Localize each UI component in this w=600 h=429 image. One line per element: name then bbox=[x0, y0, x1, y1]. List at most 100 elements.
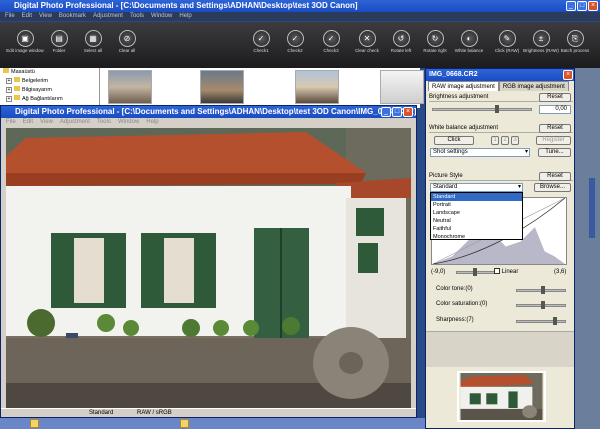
brightness-reset-button[interactable]: Reset bbox=[539, 93, 571, 102]
clear-all-button[interactable]: ⊘ Clear all bbox=[108, 30, 146, 53]
rotate-left-button[interactable]: ↺ Rotate left bbox=[382, 30, 420, 53]
folder-icon[interactable] bbox=[180, 419, 189, 428]
menu-item-view[interactable]: View bbox=[39, 12, 52, 21]
main-menu-bar: File Edit View Bookmark Adjustment Tools Windo… bbox=[0, 12, 600, 21]
tree-item[interactable]: Masaüstü bbox=[0, 68, 99, 77]
wb-slot-2-button[interactable]: 2 bbox=[501, 136, 509, 145]
select-all-button[interactable]: ▦ Select all bbox=[74, 30, 112, 53]
palette-controls: × bbox=[563, 70, 573, 80]
color-saturation-knob[interactable] bbox=[541, 301, 545, 309]
picture-style-option[interactable]: Monochrome bbox=[431, 233, 522, 241]
brightness-slider[interactable] bbox=[432, 105, 532, 113]
thumbnail[interactable] bbox=[108, 70, 152, 104]
expand-icon[interactable]: + bbox=[6, 96, 12, 102]
batch-process-button[interactable]: ⎘ Batch process bbox=[556, 30, 594, 53]
brightness-slider-knob[interactable] bbox=[495, 105, 499, 113]
tree-item[interactable]: + Ağ Bağlantılarım bbox=[0, 95, 99, 104]
edit-image-window-button[interactable]: ▣ Edit image window bbox=[6, 30, 44, 53]
menu-item-adjustment[interactable]: Adjustment bbox=[93, 12, 123, 21]
check2-button[interactable]: ✓ Check2 bbox=[276, 30, 314, 53]
check1-button[interactable]: ✓ Check1 bbox=[242, 30, 280, 53]
picture-style-reset-button[interactable]: Reset bbox=[539, 172, 571, 181]
expand-icon[interactable]: + bbox=[6, 87, 12, 93]
picture-style-option[interactable]: Landscape bbox=[431, 209, 522, 217]
brightness-value-field[interactable]: 0,00 bbox=[539, 105, 571, 114]
tree-item-label: Belgelerim bbox=[22, 78, 48, 84]
check3-button[interactable]: ✓ Check3 bbox=[312, 30, 350, 53]
tree-item[interactable]: + Bilgisayarım bbox=[0, 86, 99, 95]
minimize-icon[interactable]: _ bbox=[566, 1, 576, 11]
rotate-left-icon: ↺ bbox=[392, 30, 410, 47]
select-all-icon: ▦ bbox=[84, 30, 102, 47]
brightness-raw-button[interactable]: ± Brightness (RAW) bbox=[522, 30, 560, 53]
sharpness-knob[interactable] bbox=[553, 317, 557, 325]
color-saturation-slider[interactable] bbox=[516, 301, 566, 309]
palette-title-bar: IMG_0668.CR2 bbox=[426, 69, 574, 81]
picture-style-value: Standard bbox=[433, 184, 458, 190]
linear-checkbox-box[interactable] bbox=[494, 268, 500, 275]
menu-item-file[interactable]: File bbox=[5, 12, 15, 21]
edit-menu-item-adjustment[interactable]: Adjustment bbox=[60, 118, 90, 127]
browse-button[interactable]: Browse... bbox=[534, 183, 571, 192]
click-wb-button[interactable]: Click bbox=[434, 136, 474, 145]
menu-item-edit[interactable]: Edit bbox=[22, 12, 32, 21]
thumbnail[interactable] bbox=[200, 70, 244, 104]
edit-menu-item-edit[interactable]: Edit bbox=[23, 118, 33, 127]
tab-rgb-adjustment[interactable]: RGB image adjustment bbox=[498, 81, 569, 91]
shot-settings-select[interactable]: Shot settings ▾ bbox=[430, 148, 530, 157]
color-tone-slider[interactable] bbox=[516, 286, 566, 294]
tab-raw-adjustment[interactable]: RAW image adjustment bbox=[428, 81, 499, 91]
maximize-icon[interactable]: □ bbox=[392, 107, 402, 117]
linear-checkbox[interactable]: Linear bbox=[494, 268, 518, 276]
menu-item-bookmark[interactable]: Bookmark bbox=[59, 12, 86, 21]
main-window-controls: _ □ × bbox=[566, 1, 598, 11]
picture-style-option[interactable]: Portrait bbox=[431, 201, 522, 209]
edit-window-controls: _ □ × bbox=[381, 107, 413, 117]
edit-menu-item-tools[interactable]: Tools bbox=[97, 118, 111, 127]
edit-menu-item-view[interactable]: View bbox=[40, 118, 53, 127]
picture-style-option[interactable]: Neutral bbox=[431, 217, 522, 225]
navigator-preview[interactable] bbox=[457, 371, 546, 422]
expand-icon[interactable]: + bbox=[6, 78, 12, 84]
close-icon[interactable]: × bbox=[403, 107, 413, 117]
tree-item-label: Ağ Bağlantılarım bbox=[22, 96, 63, 102]
color-saturation-label: Color saturation:(0) bbox=[436, 301, 488, 307]
folder-icon[interactable] bbox=[30, 419, 39, 428]
status-colorspace: RAW / sRGB bbox=[137, 410, 172, 416]
picture-style-select[interactable]: Standard ▾ bbox=[430, 183, 523, 192]
white-balance-reset-button[interactable]: Reset bbox=[539, 124, 571, 133]
close-icon[interactable]: × bbox=[563, 70, 573, 80]
curve-slider-knob[interactable] bbox=[473, 268, 477, 276]
scrollbar-thumb[interactable] bbox=[589, 178, 595, 238]
tree-item[interactable]: + Belgelerim bbox=[0, 77, 99, 86]
curve-range-slider[interactable] bbox=[456, 268, 496, 276]
picture-style-option[interactable]: Standard bbox=[431, 193, 522, 201]
clear-check-button[interactable]: ✕ Clear check bbox=[348, 30, 386, 53]
check2-label: Check2 bbox=[287, 48, 303, 53]
folder-button[interactable]: ▤ Folder bbox=[40, 30, 78, 53]
tune-button[interactable]: Tune... bbox=[538, 148, 571, 157]
edit-menu-item-window[interactable]: Window bbox=[118, 118, 139, 127]
menu-item-window[interactable]: Window bbox=[151, 12, 172, 21]
edit-menu-item-help[interactable]: Help bbox=[146, 118, 158, 127]
picture-style-dropdown-list: Standard Portrait Landscape Neutral Faithful… bbox=[430, 192, 523, 240]
brightness-raw-label: Brightness (RAW) bbox=[523, 48, 559, 53]
wb-slot-3-button[interactable]: 3 bbox=[511, 136, 519, 145]
thumbnail[interactable] bbox=[295, 70, 339, 104]
close-icon[interactable]: × bbox=[588, 1, 598, 11]
wb-slot-1-button[interactable]: 1 bbox=[491, 136, 499, 145]
white-balance-button[interactable]: ◐ White balance bbox=[450, 30, 488, 53]
picture-style-option[interactable]: Faithful bbox=[431, 225, 522, 233]
sharpness-slider[interactable] bbox=[516, 317, 566, 325]
menu-item-tools[interactable]: Tools bbox=[130, 12, 144, 21]
color-tone-knob[interactable] bbox=[541, 286, 545, 294]
minimize-icon[interactable]: _ bbox=[381, 107, 391, 117]
rotate-right-label: Rotate right bbox=[423, 48, 447, 53]
edit-menu-item-file[interactable]: File bbox=[6, 118, 16, 127]
thumbnail[interactable] bbox=[380, 70, 424, 104]
rotate-right-button[interactable]: ↻ Rotate right bbox=[416, 30, 454, 53]
menu-item-help[interactable]: Help bbox=[179, 12, 191, 21]
register-wb-button[interactable]: Register bbox=[536, 136, 571, 145]
maximize-icon[interactable]: □ bbox=[577, 1, 587, 11]
click-raw-button[interactable]: ✎ Click (RAW) bbox=[488, 30, 526, 53]
